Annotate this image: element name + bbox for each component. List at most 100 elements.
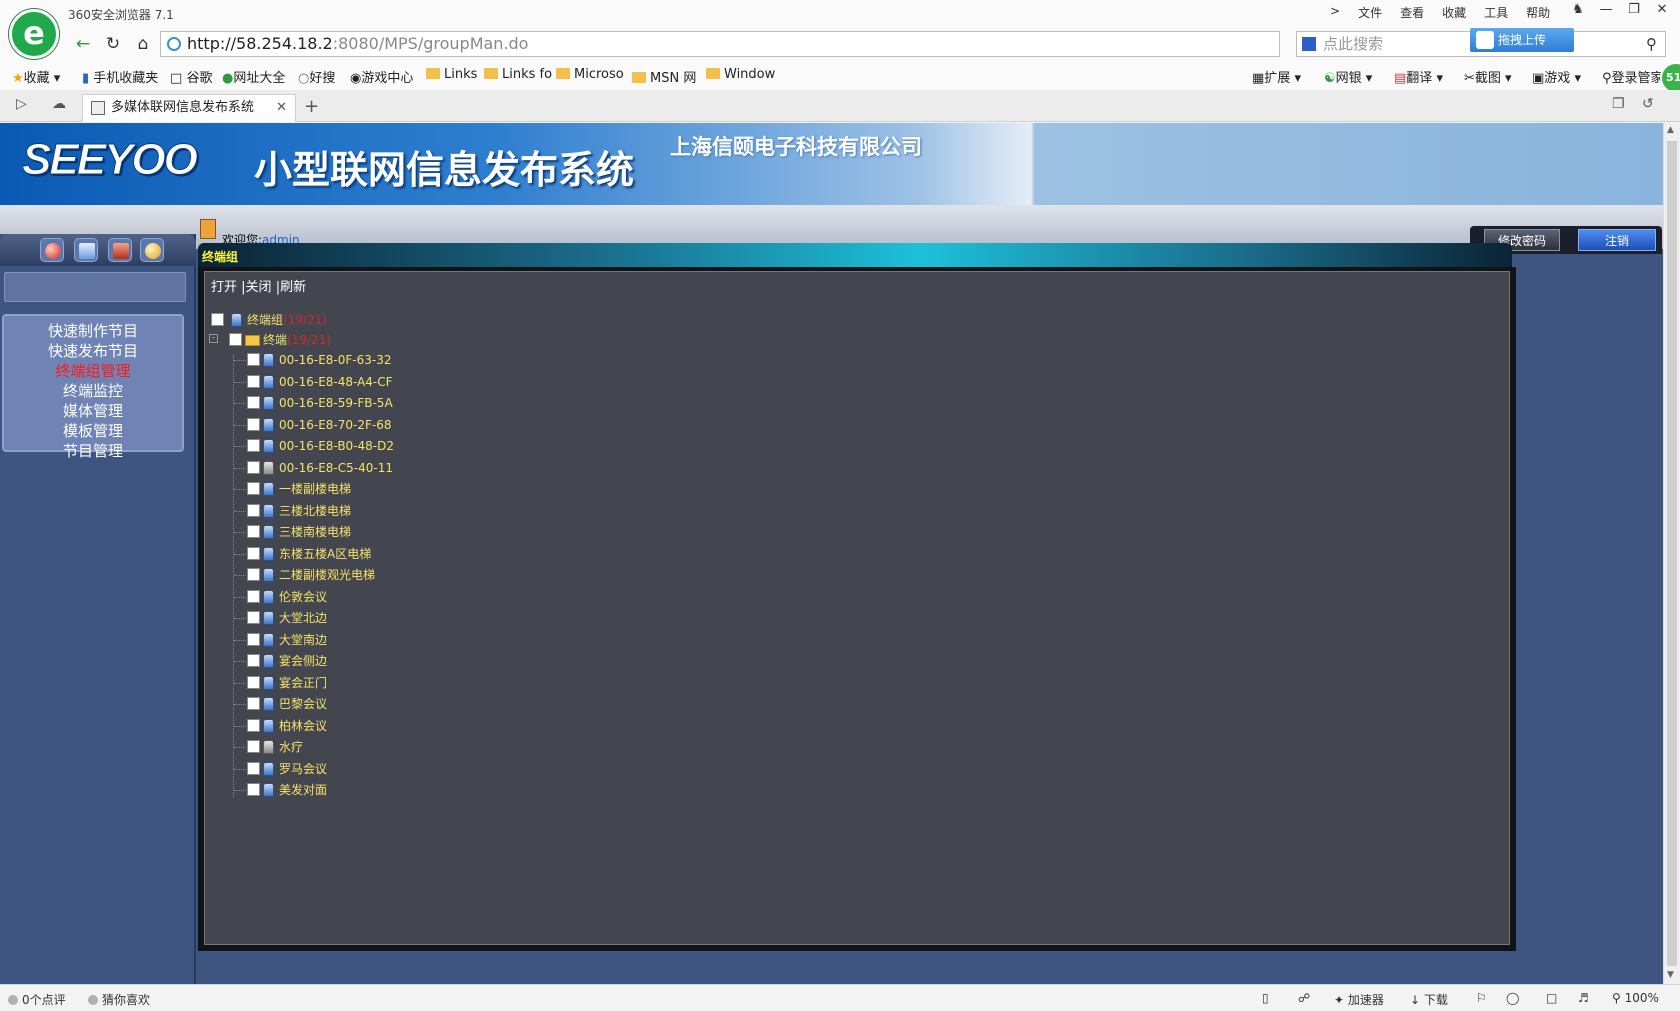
sidebar-item-media[interactable]: 媒体管理 — [4, 401, 182, 421]
bookmark-games[interactable]: ◉游戏中心 — [350, 67, 413, 86]
bookmark-mobile[interactable]: ▮ 手机收藏夹 — [82, 67, 158, 86]
mobile-icon[interactable]: ▯ — [1262, 991, 1269, 1005]
refresh-action[interactable]: 刷新 — [280, 280, 306, 295]
bookmark-msn[interactable]: MSN 网 — [632, 67, 696, 86]
home-icon[interactable] — [40, 238, 64, 262]
terminal-checkbox[interactable] — [247, 374, 260, 388]
toolbar-games[interactable]: ▣游戏 ▾ — [1532, 67, 1581, 86]
terminal-checkbox[interactable] — [247, 353, 260, 366]
bookmark-microsoft[interactable]: Microso — [556, 67, 624, 82]
volume-icon[interactable]: ♬ — [1578, 991, 1589, 1005]
drag-upload-button[interactable]: 拖拽上传 — [1470, 28, 1574, 52]
terminal-checkbox[interactable] — [247, 718, 260, 732]
terminal-checkbox[interactable] — [247, 503, 260, 517]
terminal-group-panel: 打开 |关闭 |刷新 终端组(19/21) - 终端(19/21) 00-16-… — [198, 267, 1516, 951]
terminal-checkbox[interactable] — [247, 589, 260, 603]
ie-icon[interactable]: ◯ — [1506, 991, 1519, 1005]
new-tab-button[interactable]: + — [304, 96, 319, 117]
terminal-checkbox[interactable] — [247, 675, 260, 689]
toolbar-banking[interactable]: ☯网银 ▾ — [1324, 67, 1372, 86]
sidebar-item-group-management[interactable]: 终端组管理 — [4, 361, 182, 381]
open-action[interactable]: 打开 — [211, 280, 237, 295]
address-bar[interactable]: http://58.254.18.2:8080/MPS/groupMan.do — [160, 31, 1280, 57]
sidebar-item-programs[interactable]: 节目管理 — [4, 441, 182, 461]
terminal-checkbox[interactable] — [247, 546, 260, 560]
terminal-checkbox[interactable] — [247, 568, 260, 581]
tab-active[interactable]: 多媒体联网信息发布系统 ✕ — [82, 94, 296, 122]
terminal-checkbox[interactable] — [247, 783, 260, 796]
terminal-checkbox[interactable] — [247, 460, 260, 474]
sidebar-item-terminal-monitor[interactable]: 终端监控 — [4, 381, 182, 401]
terminal-checkbox[interactable] — [247, 396, 260, 409]
terminal-checkbox[interactable] — [247, 439, 260, 452]
accelerator-status[interactable]: ✦ 加速器 — [1334, 991, 1384, 1008]
terminal-checkbox[interactable] — [247, 740, 260, 753]
close-action[interactable]: 关闭 — [246, 280, 272, 295]
terminal-name: 宴会侧边 — [279, 654, 328, 668]
bookmark-windows[interactable]: Window — [706, 67, 775, 82]
monitor-icon[interactable] — [74, 238, 98, 262]
download-status[interactable]: ↓ 下载 — [1410, 991, 1448, 1008]
sidebar-item-quick-make[interactable]: 快速制作节目 — [4, 321, 182, 341]
undo-close-icon[interactable]: ↺ — [1642, 96, 1654, 112]
skin-icon[interactable]: ♞ — [1564, 0, 1592, 20]
bookmark-favorites[interactable]: ★收藏 ▾ — [12, 67, 60, 86]
tree-checkbox[interactable] — [211, 313, 224, 326]
share-icon[interactable]: ☍ — [1298, 991, 1310, 1005]
back-button[interactable]: ← — [70, 32, 96, 56]
cloud-icon[interactable]: ☁ — [52, 96, 66, 112]
toolbar-extensions[interactable]: ▦扩展 ▾ — [1252, 67, 1301, 86]
window-icon[interactable]: □ — [1546, 991, 1557, 1005]
zoom-status[interactable]: ⚲ 100% — [1612, 991, 1659, 1005]
menu-expand-icon[interactable]: > — [1330, 4, 1340, 21]
menu-view[interactable]: 查看 — [1400, 4, 1424, 21]
terminal-checkbox[interactable] — [247, 697, 260, 710]
tab-close-icon[interactable]: ✕ — [276, 95, 287, 121]
search-icon[interactable]: ⚲ — [1646, 32, 1657, 56]
home-button[interactable]: ⌂ — [130, 32, 156, 56]
toolbar-translate[interactable]: ▤翻译 ▾ — [1394, 67, 1443, 86]
search-engine-icon[interactable] — [1302, 37, 1316, 51]
toolbar-login[interactable]: ⚲登录管家 — [1602, 67, 1664, 86]
terminal-checkbox[interactable] — [247, 482, 260, 495]
terminal-checkbox[interactable] — [247, 611, 260, 624]
minimize-button[interactable]: — — [1592, 0, 1620, 20]
bookmark-links[interactable]: Links — [426, 67, 477, 82]
reload-button[interactable]: ↻ — [100, 32, 126, 56]
bookmark-haosou[interactable]: ○好搜 — [298, 67, 335, 86]
sidebar-item-templates[interactable]: 模板管理 — [4, 421, 182, 441]
bookmark-links-for[interactable]: Links fo — [484, 67, 552, 82]
restore-tabs-icon[interactable]: ❐ — [1612, 96, 1625, 112]
menu-file[interactable]: 文件 — [1358, 4, 1382, 21]
sidebar-item-quick-publish[interactable]: 快速发布节目 — [4, 341, 182, 361]
terminal-checkbox[interactable] — [247, 761, 260, 775]
sidebar-search-field[interactable] — [4, 272, 186, 302]
close-icon[interactable] — [140, 238, 164, 262]
guess-like-status[interactable]: 猜你喜欢 — [88, 991, 150, 1008]
terminal-checkbox[interactable] — [247, 654, 260, 667]
menu-tools[interactable]: 工具 — [1484, 4, 1508, 21]
bookmark-google[interactable]: □ 谷歌 — [170, 67, 212, 86]
terminal-online-icon — [263, 396, 274, 410]
terminal-checkbox[interactable] — [247, 417, 260, 431]
scroll-down-icon[interactable]: ▼ — [1667, 970, 1674, 980]
maximize-button[interactable]: ❐ — [1620, 0, 1648, 20]
terminal-checkbox[interactable] — [247, 525, 260, 538]
bookmark-sites[interactable]: ●网址大全 — [222, 67, 285, 86]
scroll-up-icon[interactable]: ▲ — [1667, 125, 1674, 135]
menu-help[interactable]: 帮助 — [1526, 4, 1550, 21]
scroll-thumb[interactable] — [1667, 141, 1677, 966]
close-window-button[interactable]: ✕ — [1648, 0, 1676, 20]
toolbar-screenshot[interactable]: ✂截图 ▾ — [1464, 67, 1512, 86]
gift-icon[interactable] — [108, 238, 132, 262]
menu-favorites[interactable]: 收藏 — [1442, 4, 1466, 21]
page-scrollbar[interactable]: ▲ ▼ — [1663, 123, 1680, 984]
logout-button[interactable]: 注销 — [1578, 229, 1656, 251]
terminal-checkbox[interactable] — [247, 632, 260, 646]
flag-icon[interactable]: ⚐ — [1476, 991, 1487, 1005]
browser-logo-icon[interactable]: e — [9, 9, 59, 59]
sidebar-toggle-icon[interactable]: ▷ — [16, 96, 27, 112]
tree-checkbox[interactable] — [229, 333, 242, 346]
collapse-toggle-icon[interactable]: - — [209, 334, 218, 343]
comments-status[interactable]: 0个点评 — [8, 991, 66, 1008]
